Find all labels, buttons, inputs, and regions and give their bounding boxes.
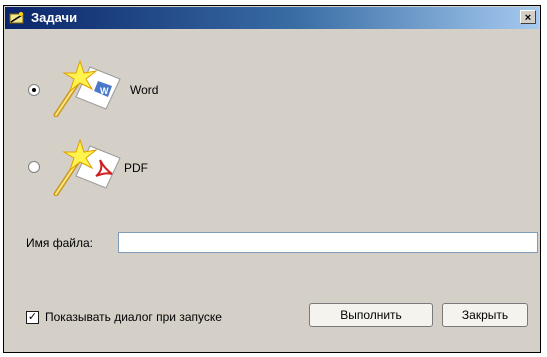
pdf-radio[interactable] xyxy=(28,161,40,173)
wizard-app-icon xyxy=(9,12,24,24)
show-dialog-checkbox[interactable]: ✓ xyxy=(26,311,39,324)
tasks-dialog: Задачи × W Word PDF Имя файла: ✓ Показыв… xyxy=(3,5,541,353)
word-wizard-icon: W xyxy=(53,59,121,117)
pdf-option-label: PDF xyxy=(124,161,148,175)
close-button[interactable]: Закрыть xyxy=(442,303,528,327)
show-dialog-label: Показывать диалог при запуске xyxy=(45,310,222,324)
svg-text:W: W xyxy=(100,86,109,96)
run-button[interactable]: Выполнить xyxy=(309,303,433,327)
close-icon[interactable]: × xyxy=(520,10,536,24)
window-title: Задачи xyxy=(31,10,78,25)
file-name-input[interactable] xyxy=(118,232,538,253)
file-name-label: Имя файла: xyxy=(26,236,93,250)
word-radio[interactable] xyxy=(28,84,40,96)
pdf-wizard-icon xyxy=(53,138,121,196)
word-option-label: Word xyxy=(130,83,159,97)
title-bar[interactable]: Задачи × xyxy=(5,7,539,29)
